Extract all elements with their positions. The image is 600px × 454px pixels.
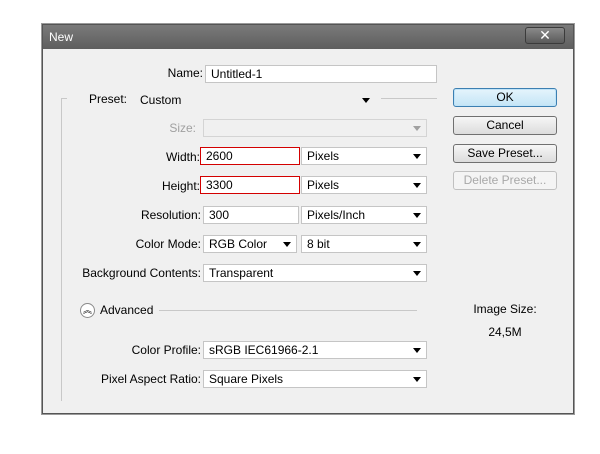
preset-group-border-right — [381, 98, 437, 99]
image-size-label: Image Size: — [473, 302, 537, 316]
preset-select[interactable]: Custom — [134, 91, 376, 109]
bit-depth-value: 8 bit — [307, 237, 330, 251]
new-document-dialog: New ✕ Name: Untitled-1 Preset: Custom Si… — [42, 24, 574, 414]
chevron-down-icon — [413, 348, 421, 353]
color-profile-label: Color Profile: — [131, 343, 201, 357]
dialog-body: Name: Untitled-1 Preset: Custom Size: Wi… — [43, 49, 573, 413]
title-bar[interactable]: New ✕ — [43, 25, 573, 49]
size-label: Size: — [169, 121, 196, 135]
chevron-down-icon — [413, 377, 421, 382]
height-unit-select[interactable]: Pixels — [301, 176, 427, 194]
height-label: Height: — [161, 179, 200, 193]
preset-value: Custom — [140, 93, 182, 107]
width-label: Width: — [165, 150, 200, 164]
color-mode-value: RGB Color — [209, 237, 268, 251]
name-input[interactable]: Untitled-1 — [205, 65, 437, 83]
chevron-down-icon — [283, 242, 291, 247]
width-unit-select[interactable]: Pixels — [301, 147, 427, 165]
advanced-divider — [159, 310, 417, 311]
color-mode-select[interactable]: RGB Color — [203, 235, 297, 253]
pixel-aspect-ratio-label: Pixel Aspect Ratio: — [100, 372, 201, 386]
close-icon: ✕ — [539, 27, 551, 43]
pixel-aspect-ratio-value: Square Pixels — [209, 372, 284, 386]
color-profile-value: sRGB IEC61966-2.1 — [209, 343, 319, 357]
preset-label: Preset: — [88, 92, 127, 106]
background-contents-select[interactable]: Transparent — [203, 264, 427, 282]
cancel-button[interactable]: Cancel — [453, 116, 557, 135]
chevron-down-icon — [413, 242, 421, 247]
advanced-label: Advanced — [100, 303, 154, 317]
color-mode-label: Color Mode: — [135, 237, 201, 251]
pixel-aspect-ratio-select[interactable]: Square Pixels — [203, 370, 427, 388]
width-input[interactable]: 2600 — [200, 147, 300, 165]
color-profile-select[interactable]: sRGB IEC61966-2.1 — [203, 341, 427, 359]
save-preset-button[interactable]: Save Preset... — [453, 144, 557, 163]
resolution-label: Resolution: — [140, 208, 201, 222]
height-input[interactable]: 3300 — [200, 176, 300, 194]
background-contents-value: Transparent — [209, 266, 274, 280]
advanced-toggle[interactable]: ︽ — [80, 303, 95, 318]
background-contents-label: Background Contents: — [82, 266, 201, 280]
collapse-up-icon: ︽ — [82, 305, 92, 315]
name-label: Name: — [167, 66, 203, 80]
height-unit-value: Pixels — [307, 178, 340, 192]
chevron-down-icon — [413, 213, 421, 218]
image-size-value: 24,5M — [488, 325, 522, 339]
resolution-unit-value: Pixels/Inch — [307, 208, 366, 222]
resolution-input[interactable]: 300 — [203, 206, 299, 224]
chevron-down-icon — [413, 183, 421, 188]
ok-button[interactable]: OK — [453, 88, 557, 107]
width-unit-value: Pixels — [307, 149, 340, 163]
size-select — [203, 119, 427, 137]
close-button[interactable]: ✕ — [525, 27, 565, 44]
chevron-down-icon — [413, 126, 421, 131]
chevron-down-icon — [362, 98, 370, 103]
dialog-title: New — [49, 30, 74, 44]
chevron-down-icon — [413, 154, 421, 159]
bit-depth-select[interactable]: 8 bit — [301, 235, 427, 253]
delete-preset-button: Delete Preset... — [453, 171, 557, 190]
chevron-down-icon — [413, 271, 421, 276]
resolution-unit-select[interactable]: Pixels/Inch — [301, 206, 427, 224]
preset-group-border-vertical — [61, 98, 62, 401]
